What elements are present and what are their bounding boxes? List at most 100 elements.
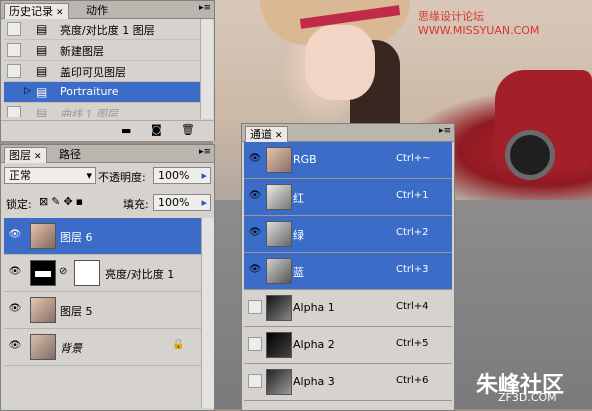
layer-name[interactable]: 图层 6 — [60, 229, 93, 245]
channel-shortcut: Ctrl+1 — [396, 190, 429, 201]
history-source-box[interactable] — [7, 106, 21, 117]
layer-row[interactable]: 👁 ⊘ 亮度/对比度 1 — [4, 255, 210, 292]
history-tabbar: 历史记录 ✕ 动作 ▸≡ — [1, 1, 214, 19]
eye-icon[interactable]: 👁 — [6, 226, 24, 244]
layer-thumbnail — [30, 297, 56, 323]
channel-name: 绿 — [293, 229, 304, 242]
layers-scrollbar[interactable] — [201, 218, 214, 408]
channel-name: Alpha 2 — [293, 338, 335, 351]
history-item-selected[interactable]: ▷ ▤ Portraiture — [4, 82, 201, 103]
channel-shortcut: Ctrl+2 — [396, 227, 429, 238]
channels-tabbar: 通道 ✕ ▸≡ — [242, 124, 454, 142]
site-watermark: 思缘设计论坛 WWW.MISSYUAN.COM — [418, 10, 540, 37]
eye-icon[interactable]: 👁 — [246, 261, 264, 279]
camera-icon[interactable]: ◙ — [151, 123, 162, 136]
lock-icons: ⊠✎✥▪ — [39, 195, 86, 208]
lock-transparent-icon[interactable]: ⊠ — [39, 195, 51, 208]
channel-row-selected[interactable]: 👁 蓝 Ctrl+3 — [244, 253, 452, 290]
channel-shortcut: Ctrl+~ — [396, 153, 431, 164]
channel-visibility-box[interactable] — [248, 374, 262, 388]
history-state-icon: ▤ — [36, 22, 48, 36]
channel-thumbnail — [266, 369, 292, 395]
new-document-icon[interactable]: ▬ — [121, 124, 131, 137]
channel-name: RGB — [293, 153, 317, 166]
history-source-box[interactable] — [7, 85, 21, 99]
history-state-icon: ▤ — [36, 64, 48, 78]
layer-name[interactable]: 背景 — [60, 340, 82, 356]
tab-history[interactable]: 历史记录 ✕ — [4, 3, 69, 19]
lock-label: 锁定: — [6, 198, 32, 211]
history-scrollbar[interactable] — [200, 19, 213, 119]
blend-mode-select[interactable]: 正常 ▾ — [4, 167, 96, 184]
channel-shortcut: Ctrl+5 — [396, 338, 429, 349]
channel-shortcut: Ctrl+4 — [396, 301, 429, 312]
history-item[interactable]: ▤ 亮度/对比度 1 图层 — [4, 19, 201, 40]
layer-row-selected[interactable]: 👁 图层 6 — [4, 218, 210, 255]
history-item-label: 盖印可见图层 — [60, 66, 126, 79]
layer-row[interactable]: 👁 背景 🔒 — [4, 329, 210, 366]
channel-name: Alpha 3 — [293, 375, 335, 388]
channel-row-selected[interactable]: 👁 红 Ctrl+1 — [244, 179, 452, 216]
chevron-right-icon[interactable]: ▸ — [201, 195, 207, 210]
channel-row[interactable]: Alpha 3 Ctrl+6 — [244, 364, 452, 401]
link-icon[interactable]: ⊘ — [59, 266, 67, 277]
layer-name[interactable]: 图层 5 — [60, 303, 93, 319]
channel-name: 红 — [293, 192, 304, 205]
chevron-down-icon: ▾ — [86, 169, 92, 182]
channel-shortcut: Ctrl+6 — [396, 375, 429, 386]
history-item[interactable]: ▤ 新建图层 — [4, 40, 201, 61]
layers-panel: 图层 ✕ 路径 ▸≡ 正常 ▾ 不透明度: 100% ▸ 锁定: ⊠✎✥▪ 填充: 1… — [0, 144, 215, 411]
panel-menu-icon[interactable]: ▸≡ — [199, 147, 211, 157]
tab-channels[interactable]: 通道 ✕ — [245, 126, 288, 142]
panel-menu-icon[interactable]: ▸≡ — [439, 126, 451, 136]
history-item-label: 新建图层 — [60, 45, 104, 58]
channel-row-selected[interactable]: 👁 绿 Ctrl+2 — [244, 216, 452, 253]
history-source-box[interactable] — [7, 43, 21, 57]
history-item[interactable]: ▤ 盖印可见图层 — [4, 61, 201, 82]
eye-icon[interactable]: 👁 — [246, 150, 264, 168]
eye-icon[interactable]: 👁 — [246, 187, 264, 205]
fill-label: 填充: — [123, 198, 149, 211]
history-state-icon: ▤ — [36, 43, 48, 57]
history-footer: ▬ ◙ 🗑 — [1, 120, 214, 141]
layer-thumbnail — [30, 223, 56, 249]
lock-move-icon[interactable]: ✥ — [63, 195, 75, 208]
channel-row-selected[interactable]: 👁 RGB Ctrl+~ — [244, 142, 452, 179]
layer-thumbnail — [30, 334, 56, 360]
lock-paint-icon[interactable]: ✎ — [51, 195, 63, 208]
eye-icon[interactable]: 👁 — [6, 300, 24, 318]
opacity-field[interactable]: 100% ▸ — [153, 167, 211, 184]
close-icon[interactable]: ✕ — [34, 152, 42, 162]
layer-row[interactable]: 👁 图层 5 — [4, 292, 210, 329]
channel-thumbnail — [266, 332, 292, 358]
channel-row[interactable]: Alpha 1 Ctrl+4 — [244, 290, 452, 327]
tab-paths[interactable]: 路径 — [55, 147, 85, 162]
trash-icon[interactable]: 🗑 — [181, 123, 195, 136]
channel-thumbnail — [266, 147, 292, 173]
channel-row[interactable]: Alpha 2 Ctrl+5 — [244, 327, 452, 364]
layer-name[interactable]: 亮度/对比度 1 — [105, 266, 174, 282]
channel-thumbnail — [266, 221, 292, 247]
tab-layers[interactable]: 图层 ✕ — [4, 147, 47, 163]
channel-thumbnail — [266, 258, 292, 284]
chevron-right-icon[interactable]: ▸ — [201, 168, 207, 183]
channel-name: 蓝 — [293, 266, 304, 279]
lock-all-icon[interactable]: ▪ — [76, 195, 86, 208]
eye-icon[interactable]: 👁 — [246, 224, 264, 242]
history-item-dimmed[interactable]: ▤ 曲线 1 图层 — [4, 103, 201, 117]
fill-field[interactable]: 100% ▸ — [153, 194, 211, 211]
channel-name: Alpha 1 — [293, 301, 335, 314]
history-source-box[interactable] — [7, 22, 21, 36]
eye-icon[interactable]: 👁 — [6, 337, 24, 355]
brand-sub-watermark: ZF3D.COM — [498, 391, 557, 404]
channel-visibility-box[interactable] — [248, 300, 262, 314]
history-source-box[interactable] — [7, 64, 21, 78]
panel-menu-icon[interactable]: ▸≡ — [199, 3, 211, 13]
close-icon[interactable]: ✕ — [56, 8, 64, 18]
close-icon[interactable]: ✕ — [275, 131, 283, 141]
eye-icon[interactable]: 👁 — [6, 263, 24, 281]
tab-actions[interactable]: 动作 — [82, 3, 112, 18]
adjustment-icon — [30, 260, 56, 286]
channel-visibility-box[interactable] — [248, 337, 262, 351]
history-state-icon: ▤ — [36, 106, 48, 117]
